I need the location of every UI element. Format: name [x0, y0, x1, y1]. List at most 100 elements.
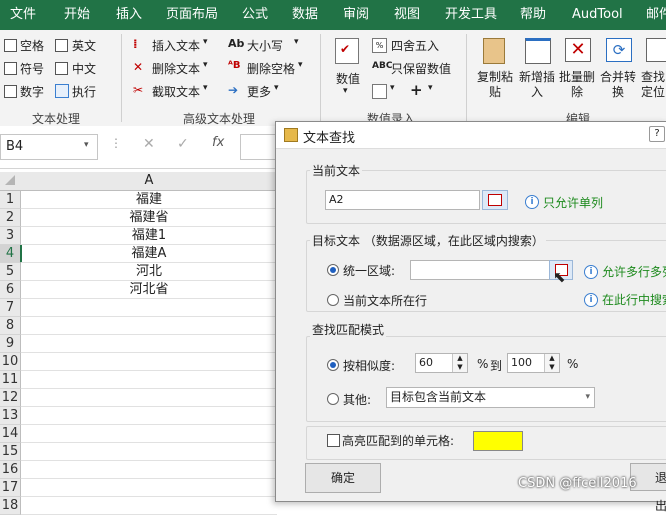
cell[interactable]	[21, 317, 277, 335]
label-symbol: 符号	[20, 62, 45, 76]
extract-text-button[interactable]: 截取文本	[152, 83, 200, 100]
cell[interactable]: 福建	[21, 191, 277, 209]
checkbox-chinese[interactable]	[55, 62, 68, 75]
ok-button[interactable]: 确定	[305, 463, 381, 493]
tab-data[interactable]: 数据	[292, 0, 318, 30]
edit-icon[interactable]	[372, 84, 387, 99]
tab-help[interactable]: 帮助	[520, 0, 546, 30]
function-icon[interactable]: fx	[212, 135, 224, 150]
tab-developer[interactable]: 开发工具	[445, 0, 497, 30]
add-insert-button[interactable]: 新增插入	[518, 70, 556, 100]
tab-mail[interactable]: 邮件	[646, 0, 666, 30]
round-button[interactable]: 四舍五入	[391, 37, 439, 54]
row-header[interactable]: 3	[0, 227, 21, 245]
more-button[interactable]: 更多	[247, 83, 271, 100]
execute-button[interactable]: 执行	[72, 83, 96, 100]
unified-range-hint: 允许多行多列	[602, 265, 666, 279]
radio-unified-range[interactable]	[327, 264, 339, 276]
row-header[interactable]: 14	[0, 425, 21, 443]
checkbox-english[interactable]	[55, 39, 68, 52]
spinner-to[interactable]: ▲ ▼	[544, 354, 559, 372]
ribbon-separator	[320, 34, 321, 122]
select-all-corner[interactable]	[5, 175, 15, 185]
cell[interactable]	[21, 335, 277, 353]
checkbox-number[interactable]	[4, 85, 17, 98]
cell[interactable]	[21, 461, 277, 479]
radio-other[interactable]	[327, 393, 339, 405]
cell[interactable]	[21, 353, 277, 371]
column-header-a[interactable]: A	[21, 172, 277, 190]
merge-convert-button[interactable]: 合并转换	[599, 70, 637, 100]
execute-icon[interactable]	[55, 84, 69, 98]
remove-space-button[interactable]: 删除空格	[247, 60, 295, 77]
copy-paste-button[interactable]: 复制粘贴	[477, 70, 513, 100]
range-picker-icon[interactable]	[482, 190, 508, 210]
row-header[interactable]: 1	[0, 191, 21, 209]
cell[interactable]: 河北省	[21, 281, 277, 299]
row-header[interactable]: 7	[0, 299, 21, 317]
tab-view[interactable]: 视图	[394, 0, 420, 30]
cell[interactable]	[21, 371, 277, 389]
case-icon: Ab	[228, 37, 245, 50]
cell[interactable]: 福建1	[21, 227, 277, 245]
row-header[interactable]: 9	[0, 335, 21, 353]
radio-by-similarity[interactable]	[327, 359, 339, 371]
cell[interactable]	[21, 389, 277, 407]
cell[interactable]	[21, 479, 277, 497]
cell[interactable]: 福建A	[21, 245, 277, 263]
batch-delete-button[interactable]: 批量删除	[558, 70, 596, 100]
keep-number-button[interactable]: 只保留数值	[391, 60, 451, 77]
checkbox-space[interactable]	[4, 39, 17, 52]
radio-current-row[interactable]	[327, 294, 339, 306]
similarity-from-input[interactable]: 60 ▲ ▼	[415, 353, 468, 373]
name-box[interactable]: B4 ▾	[0, 134, 98, 160]
plus-icon[interactable]: +	[410, 81, 423, 99]
cell[interactable]	[21, 407, 277, 425]
row-header[interactable]: 15	[0, 443, 21, 461]
delete-text-icon: ✕	[133, 60, 144, 74]
cell[interactable]: 福建省	[21, 209, 277, 227]
row-header[interactable]: 11	[0, 371, 21, 389]
find-locate-button[interactable]: 查找定位	[641, 70, 666, 100]
tab-page-layout[interactable]: 页面布局	[166, 0, 218, 30]
row-header[interactable]: 6	[0, 281, 21, 299]
cell[interactable]	[21, 425, 277, 443]
tab-audtool[interactable]: AudTool	[572, 0, 623, 30]
row-header[interactable]: 10	[0, 353, 21, 371]
help-icon[interactable]: ?	[649, 126, 665, 142]
cancel-icon[interactable]: ✕	[143, 136, 155, 152]
row-header[interactable]: 13	[0, 407, 21, 425]
number-button[interactable]: 数值	[336, 70, 360, 87]
cell[interactable]: 河北	[21, 263, 277, 281]
other-select[interactable]: 目标包含当前文本 ▾	[386, 387, 595, 408]
chevron-down-icon: ▾	[298, 60, 303, 70]
current-text-input[interactable]: A2	[325, 190, 480, 210]
info-icon: i	[525, 195, 539, 209]
case-button[interactable]: 大小写	[247, 37, 283, 54]
tab-home[interactable]: 开始	[64, 0, 90, 30]
row-header[interactable]: 16	[0, 461, 21, 479]
row-header[interactable]: 8	[0, 317, 21, 335]
row-header[interactable]: 4	[0, 245, 22, 263]
row-header[interactable]: 2	[0, 209, 21, 227]
checkbox-highlight[interactable]	[327, 434, 340, 447]
cell[interactable]	[21, 299, 277, 317]
chevron-down-icon: ▾	[585, 392, 590, 402]
tab-insert[interactable]: 插入	[116, 0, 142, 30]
unified-range-input[interactable]	[410, 260, 551, 280]
similarity-to-input[interactable]: 100 ▲ ▼	[507, 353, 560, 373]
cell[interactable]	[21, 443, 277, 461]
confirm-icon[interactable]: ✓	[177, 136, 189, 152]
tab-file[interactable]: 文件	[10, 0, 36, 30]
checkbox-symbol[interactable]	[4, 62, 17, 75]
insert-text-button[interactable]: 插入文本	[152, 37, 200, 54]
row-header[interactable]: 5	[0, 263, 21, 281]
row-header[interactable]: 17	[0, 479, 21, 497]
tab-formulas[interactable]: 公式	[242, 0, 268, 30]
row-header[interactable]: 12	[0, 389, 21, 407]
name-box-value: B4	[6, 139, 24, 154]
highlight-color-swatch[interactable]	[473, 431, 523, 451]
delete-text-button[interactable]: 删除文本	[152, 60, 200, 77]
tab-review[interactable]: 审阅	[343, 0, 369, 30]
spinner-from[interactable]: ▲ ▼	[452, 354, 467, 372]
